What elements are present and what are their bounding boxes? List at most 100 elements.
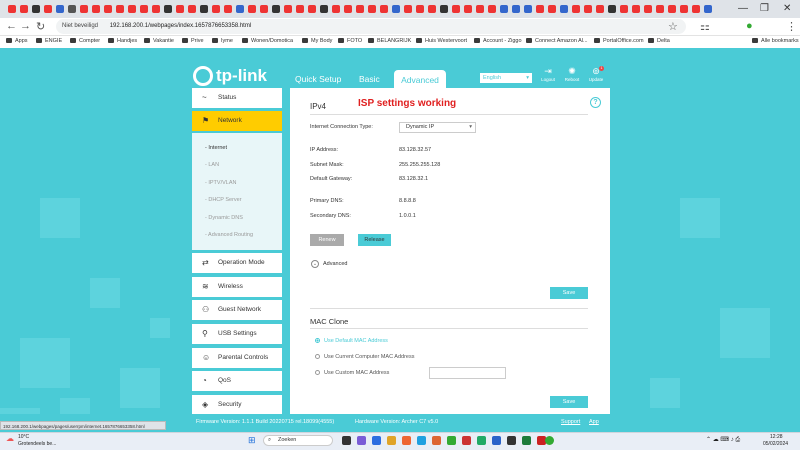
app-link[interactable]: App [589, 419, 599, 425]
bookmark-item[interactable]: BELANGRIJK [368, 38, 411, 44]
custom-mac-input[interactable] [429, 367, 506, 379]
tab-favicon[interactable] [356, 5, 364, 13]
app-icon[interactable] [417, 436, 426, 445]
tray-icons[interactable]: ⌃ ☁ ⌨ ♪ ⎙ [706, 436, 740, 444]
tab-favicon[interactable] [440, 5, 448, 13]
sidebar-item-usb-settings[interactable]: ⚲ USB Settings [192, 324, 282, 344]
tab-favicon[interactable] [116, 5, 124, 13]
reload-icon[interactable]: ↻ [36, 20, 45, 33]
tab-favicon[interactable] [500, 5, 508, 13]
tab-favicon[interactable] [608, 5, 616, 13]
radio-custom-mac[interactable]: Use Custom MAC Address [315, 370, 389, 376]
connection-type-select[interactable]: Dynamic IP [399, 122, 476, 133]
app-icon[interactable] [387, 436, 396, 445]
tab-favicon[interactable] [428, 5, 436, 13]
bookmark-item[interactable]: Apps [6, 38, 28, 44]
weather-icon[interactable]: ☁ [6, 434, 14, 443]
tab-favicon[interactable] [704, 5, 712, 13]
taskbar-search[interactable]: ⌕ Zoeken [263, 435, 333, 446]
release-button[interactable]: Release [358, 234, 391, 246]
tab-favicon[interactable] [188, 5, 196, 13]
app-icon[interactable] [522, 436, 531, 445]
not-secure-label[interactable]: Niet beveiligd [62, 23, 98, 29]
tab-favicon[interactable] [32, 5, 40, 13]
reboot-button[interactable]: ✺ Reboot [562, 66, 582, 82]
tab-favicon[interactable] [536, 5, 544, 13]
bookmark-item[interactable]: FOTO [338, 38, 362, 44]
tab-favicon[interactable] [260, 5, 268, 13]
radio-current-mac[interactable]: Use Current Computer MAC Address [315, 354, 414, 360]
app-icon[interactable] [462, 436, 471, 445]
tab-favicon[interactable] [140, 5, 148, 13]
bookmark-item[interactable]: Account - Ziggo [474, 38, 522, 44]
tab-favicon[interactable] [668, 5, 676, 13]
bookmark-item[interactable]: Vakantie [144, 38, 174, 44]
bookmark-item[interactable]: Handjes [108, 38, 137, 44]
tab-favicon[interactable] [296, 5, 304, 13]
tab-favicon[interactable] [236, 5, 244, 13]
tab-quick-setup[interactable]: Quick Setup [295, 74, 341, 84]
tab-favicon[interactable] [512, 5, 520, 13]
submenu-item-routing[interactable]: - Advanced Routing [205, 232, 253, 238]
submenu-item-iptv[interactable]: - IPTV/VLAN [205, 180, 236, 186]
app-icon[interactable] [357, 436, 366, 445]
tab-favicon[interactable] [680, 5, 688, 13]
tab-favicon[interactable] [92, 5, 100, 13]
windows-start-icon[interactable]: ⊞ [248, 435, 256, 446]
bookmark-item[interactable]: ENGIE [36, 38, 62, 44]
submenu-item-lan[interactable]: - LAN [205, 162, 219, 168]
tab-favicon[interactable] [248, 5, 256, 13]
tab-favicon[interactable] [308, 5, 316, 13]
bookmark-item[interactable]: Iyme [212, 38, 233, 44]
app-icon[interactable] [492, 436, 501, 445]
tab-favicon[interactable] [56, 5, 64, 13]
app-icon[interactable] [432, 436, 441, 445]
bookmark-item[interactable]: Huis Westervoort [416, 38, 467, 44]
tab-favicon[interactable] [584, 5, 592, 13]
bookmark-item[interactable]: Prive [182, 38, 204, 44]
tab-favicon[interactable] [152, 5, 160, 13]
tab-advanced[interactable]: Advanced [394, 70, 446, 90]
bookmark-item[interactable]: Alle bookmarks [752, 38, 799, 44]
tab-favicon[interactable] [164, 5, 172, 13]
app-icon[interactable] [507, 436, 516, 445]
tab-favicon[interactable] [368, 5, 376, 13]
tab-favicon[interactable] [320, 5, 328, 13]
bookmark-item[interactable]: Connect Amazon Al... [526, 38, 588, 44]
tab-favicon[interactable] [200, 5, 208, 13]
minimize-icon[interactable]: — [738, 3, 748, 14]
save-button-ipv4[interactable]: Save [550, 287, 588, 299]
sidebar-item-wireless[interactable]: ≋ Wireless [192, 277, 282, 297]
sidebar-item-parental-controls[interactable]: ☺ Parental Controls [192, 348, 282, 368]
advanced-toggle[interactable]: ⌄ Advanced [311, 260, 347, 268]
tab-favicon[interactable] [380, 5, 388, 13]
tab-favicon[interactable] [548, 5, 556, 13]
save-button-mac[interactable]: Save [550, 396, 588, 408]
app-icon[interactable] [447, 436, 456, 445]
extensions-icon[interactable]: ⚏ [700, 20, 710, 33]
bookmark-item[interactable]: Wonen/Domotica [242, 38, 293, 44]
sidebar-item-operation-mode[interactable]: ⇄ Operation Mode [192, 253, 282, 273]
tab-favicon[interactable] [272, 5, 280, 13]
tab-favicon[interactable] [284, 5, 292, 13]
tab-favicon[interactable] [452, 5, 460, 13]
sidebar-item-qos[interactable]: ◔ QoS [192, 371, 282, 391]
sidebar-item-network[interactable]: ⚑ Network [192, 111, 282, 131]
tab-favicon[interactable] [656, 5, 664, 13]
tab-favicon[interactable] [332, 5, 340, 13]
logout-button[interactable]: ⇥ Logout [538, 66, 558, 82]
tab-favicon[interactable] [344, 5, 352, 13]
tab-favicon[interactable] [644, 5, 652, 13]
tab-favicon[interactable] [20, 5, 28, 13]
bookmark-star-icon[interactable]: ☆ [668, 20, 678, 33]
bookmark-item[interactable]: Compter [70, 38, 100, 44]
tab-favicon[interactable] [416, 5, 424, 13]
forward-icon[interactable]: → [20, 20, 31, 32]
task-view-icon[interactable] [342, 436, 351, 445]
bookmark-item[interactable]: Delta [648, 38, 670, 44]
help-icon[interactable]: ? [590, 97, 601, 108]
tab-favicon[interactable] [128, 5, 136, 13]
profile-icon[interactable]: ● [746, 20, 753, 32]
tab-favicon[interactable] [176, 5, 184, 13]
tab-favicon[interactable] [632, 5, 640, 13]
